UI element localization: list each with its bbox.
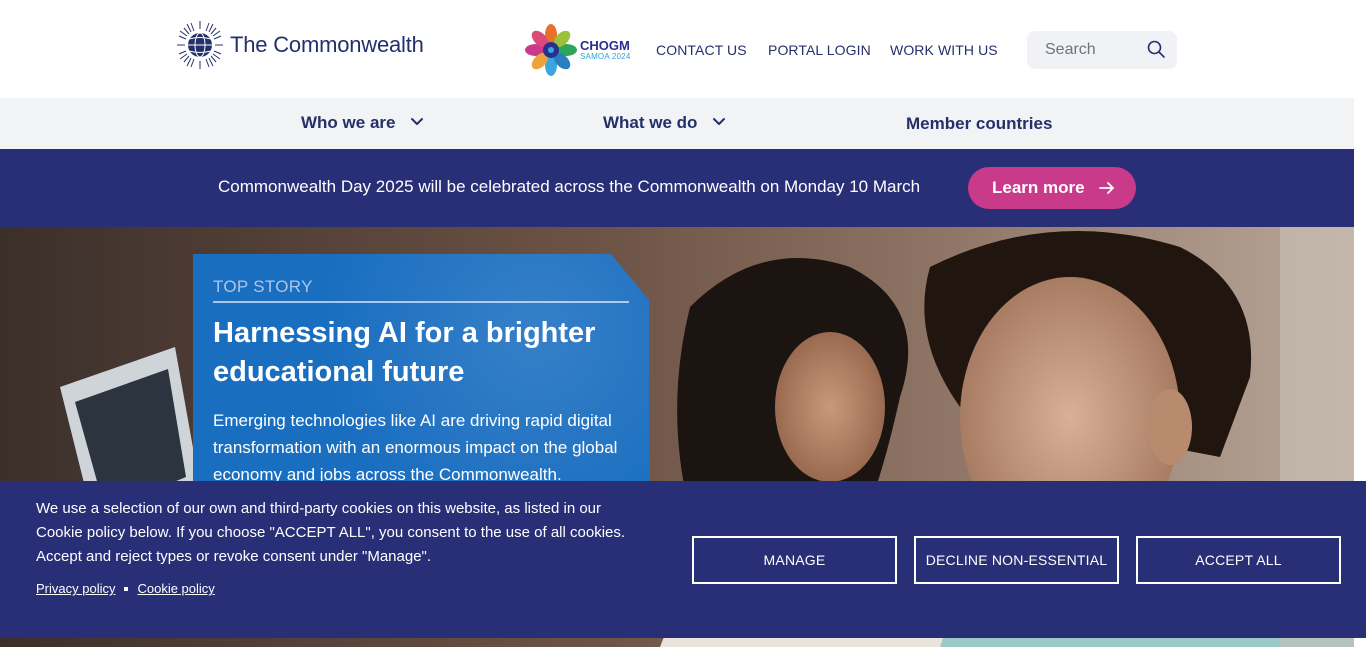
chogm-subtitle: SAMOA 2024: [580, 52, 631, 61]
top-story-description: Emerging technologies like AI are drivin…: [213, 411, 618, 484]
chogm-flower-icon: [525, 24, 577, 76]
top-story-card[interactable]: TOP STORY Harnessing AI for a brighter e…: [193, 254, 649, 514]
learn-more-label: Learn more: [992, 178, 1085, 197]
nav-what-we-do[interactable]: What we do: [603, 113, 726, 133]
nav-member-countries[interactable]: Member countries: [906, 114, 1052, 134]
cookie-notice-text: We use a selection of our own and third-…: [36, 500, 626, 565]
top-story-divider: [213, 301, 629, 303]
nav-what-we-do-label: What we do: [603, 113, 698, 132]
commonwealth-globe-icon: [177, 21, 223, 69]
cookie-links: Privacy policy Cookie policy: [36, 581, 215, 596]
search-placeholder: Search: [1045, 41, 1096, 58]
nav-who-we-are-label: Who we are: [301, 113, 396, 132]
top-story-title[interactable]: Harnessing AI for a brighter educational…: [213, 314, 623, 392]
contact-us-link[interactable]: CONTACT US: [656, 42, 747, 58]
nav-who-we-are[interactable]: Who we are: [301, 113, 424, 133]
banner-text: Commonwealth Day 2025 will be celebrated…: [218, 177, 921, 196]
chevron-down-icon: [411, 118, 424, 125]
arrow-right-icon: [1098, 182, 1114, 194]
chevron-down-icon: [713, 118, 726, 125]
learn-more-button[interactable]: Learn more: [968, 167, 1136, 209]
decline-non-essential-button[interactable]: DECLINE NON-ESSENTIAL: [914, 536, 1119, 584]
commonwealth-logo[interactable]: The Commonwealth: [176, 20, 424, 70]
work-with-us-link[interactable]: WORK WITH US: [890, 42, 998, 58]
cookie-policy-link[interactable]: Cookie policy: [137, 581, 214, 596]
portal-login-link[interactable]: PORTAL LOGIN: [768, 42, 871, 58]
chogm-title: CHOGM: [580, 38, 630, 53]
cookie-consent-banner: We use a selection of our own and third-…: [0, 481, 1366, 638]
manage-cookies-button[interactable]: MANAGE: [692, 536, 897, 584]
logo-text: The Commonwealth: [230, 32, 424, 57]
chogm-logo[interactable]: CHOGM SAMOA 2024: [525, 24, 630, 76]
accept-all-button[interactable]: ACCEPT ALL: [1136, 536, 1341, 584]
privacy-policy-link[interactable]: Privacy policy: [36, 581, 115, 596]
main-navigation: Who we are What we do Member countries: [0, 98, 1354, 149]
announcement-banner: Commonwealth Day 2025 will be celebrated…: [0, 149, 1354, 227]
site-header: The Commonwealth CHOGM SAMOA 2024 CONTAC…: [0, 0, 1354, 98]
page-scrollbar-track[interactable]: [1354, 0, 1366, 481]
search-icon[interactable]: [1146, 39, 1166, 59]
link-separator: [124, 586, 129, 591]
top-story-label: TOP STORY: [213, 277, 313, 296]
nav-member-countries-label: Member countries: [906, 114, 1053, 133]
